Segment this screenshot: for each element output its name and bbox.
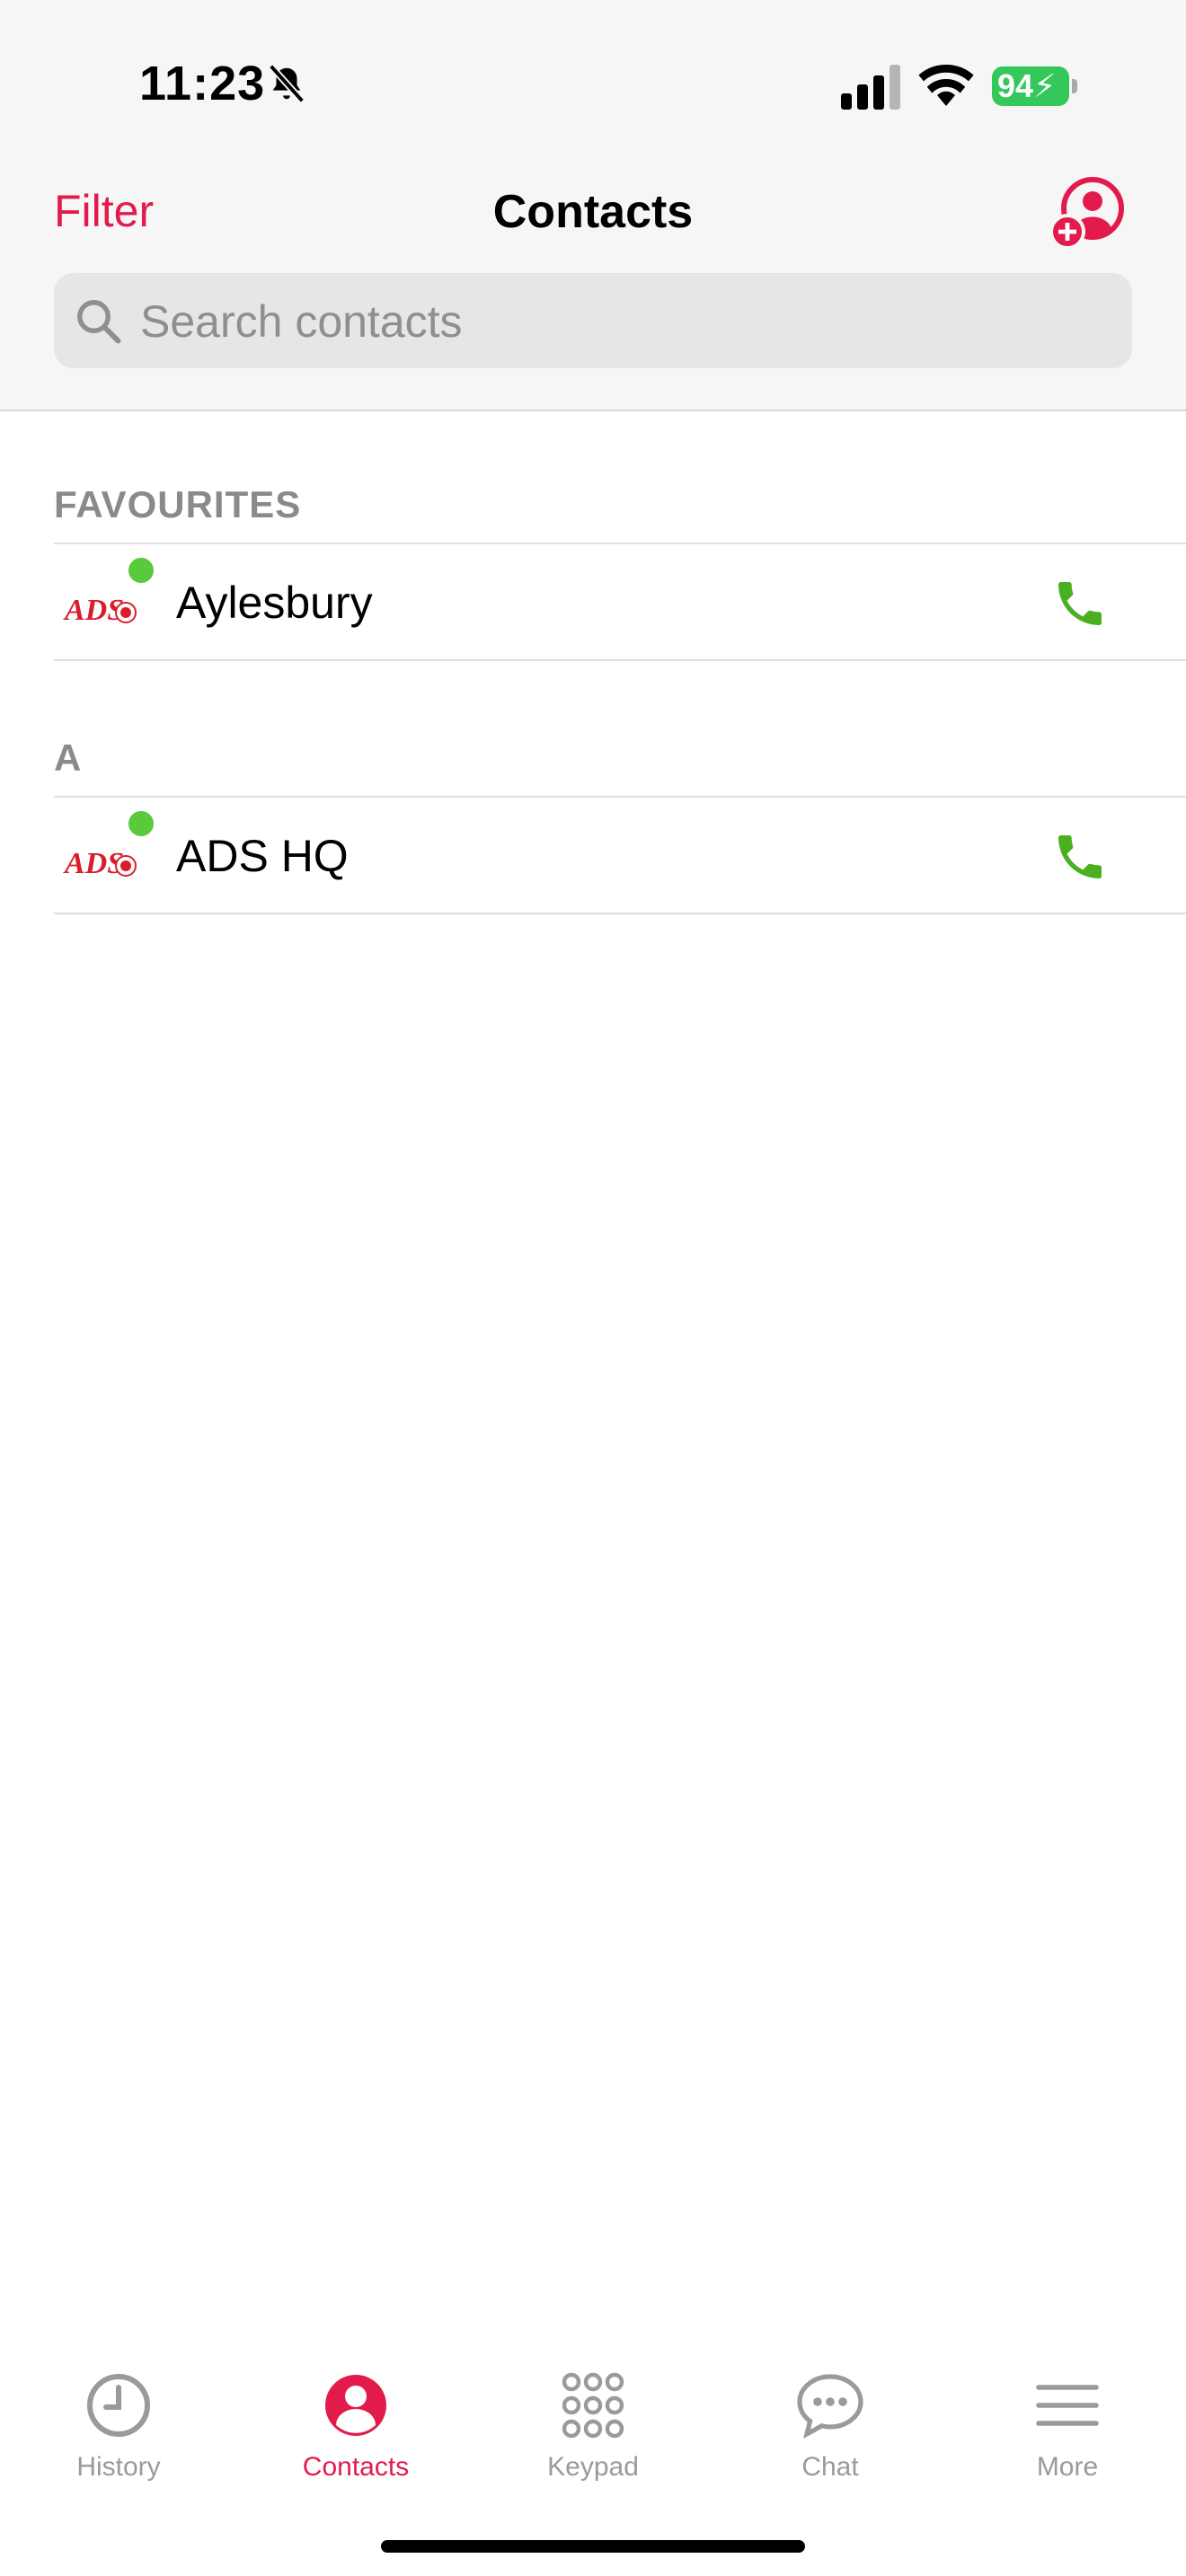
cellular-signal-icon — [841, 65, 900, 110]
status-bar: 11:23 94⚡ — [0, 0, 1186, 153]
divider — [54, 659, 1186, 661]
tab-label: Chat — [801, 2452, 859, 2482]
wifi-icon — [918, 64, 974, 106]
keypad-icon — [562, 2372, 624, 2439]
section-header-a: A — [54, 737, 83, 779]
filter-button[interactable]: Filter — [54, 185, 154, 237]
contact-name: ADS HQ — [176, 831, 349, 881]
presence-online-icon — [126, 808, 156, 839]
avatar-logo-text: ADS — [63, 847, 124, 880]
phone-icon[interactable] — [1051, 575, 1109, 632]
search-bar[interactable] — [54, 273, 1132, 370]
menu-icon — [1036, 2385, 1099, 2426]
charging-bolt-icon: ⚡ — [1033, 67, 1057, 104]
tab-history[interactable]: History — [0, 2369, 237, 2495]
add-contact-icon[interactable] — [1049, 176, 1125, 251]
tab-keypad[interactable]: Keypad — [474, 2369, 712, 2495]
tab-label: Keypad — [547, 2452, 639, 2482]
tab-contacts[interactable]: Contacts — [237, 2369, 474, 2495]
contact-name: Aylesbury — [176, 578, 373, 628]
bell-slash-icon — [268, 64, 305, 103]
contact-row-aylesbury[interactable]: ADS Aylesbury — [54, 544, 1186, 659]
contact-row-ads-hq[interactable]: ADS ADS HQ — [54, 798, 1186, 913]
avatar-logo-text: ADS — [63, 594, 124, 627]
search-input[interactable] — [138, 273, 1112, 370]
battery-cap — [1072, 79, 1077, 93]
divider — [54, 913, 1186, 914]
tab-label: Contacts — [302, 2452, 410, 2482]
page-title: Contacts — [492, 186, 694, 238]
tab-more[interactable]: More — [949, 2369, 1186, 2495]
chat-bubble-icon — [797, 2374, 863, 2439]
tab-label: More — [1036, 2452, 1099, 2482]
presence-online-icon — [126, 555, 156, 586]
search-icon — [77, 300, 121, 344]
battery-charging-icon: 94⚡ — [992, 66, 1078, 106]
battery-level: 94⚡ — [992, 66, 1069, 106]
tab-chat[interactable]: Chat — [712, 2369, 949, 2495]
status-time: 11:23 — [139, 57, 266, 110]
tab-label: History — [76, 2452, 161, 2482]
nav-header: Filter Contacts — [0, 153, 1186, 411]
person-circle-icon — [325, 2375, 386, 2436]
clock-icon — [87, 2374, 150, 2437]
phone-icon[interactable] — [1051, 828, 1109, 886]
home-indicator[interactable] — [381, 2540, 805, 2553]
section-header-favourites: FAVOURITES — [54, 483, 302, 525]
